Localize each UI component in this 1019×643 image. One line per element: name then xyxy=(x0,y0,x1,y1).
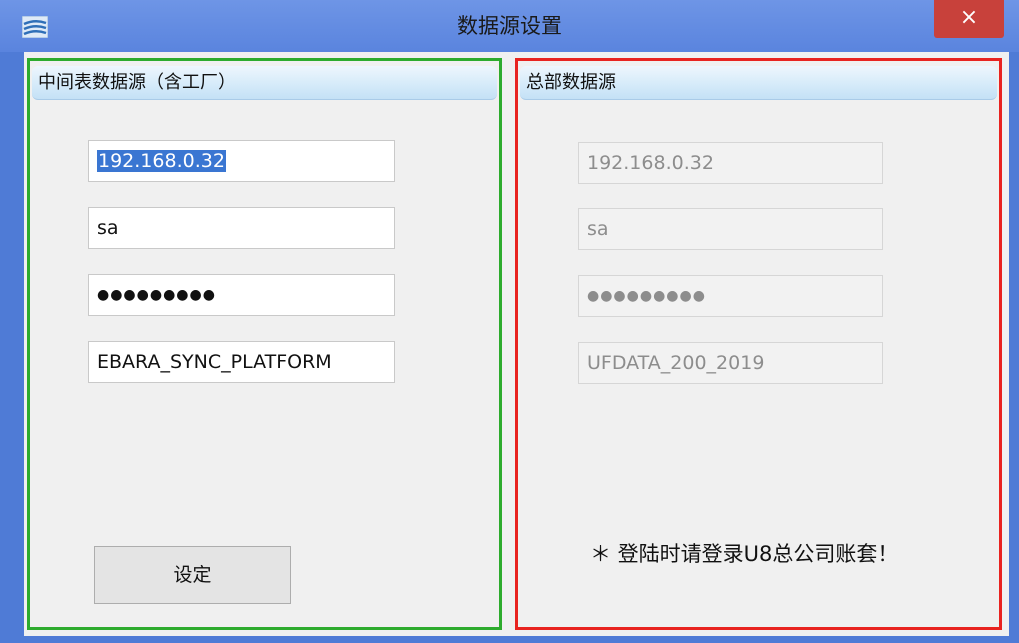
server-value: 192.168.0.32 xyxy=(97,150,226,172)
hq-user-input[interactable]: sa xyxy=(578,208,883,250)
title-bar[interactable]: 数据源设置 × xyxy=(0,0,1019,52)
password-input[interactable]: ●●●●●●●●● xyxy=(88,274,395,316)
close-icon: × xyxy=(959,5,979,30)
database-input[interactable]: EBARA_SYNC_PLATFORM xyxy=(88,341,395,383)
hq-server-input[interactable]: 192.168.0.32 xyxy=(578,142,883,184)
set-button[interactable]: 设定 xyxy=(94,546,291,604)
login-note: ＊ 登陆时请登录U8总公司账套！ xyxy=(590,542,899,566)
hq-database-input[interactable]: UFDATA_200_2019 xyxy=(578,342,883,384)
panel-header: 总部数据源 xyxy=(520,66,997,100)
panel-header: 中间表数据源（含工厂） xyxy=(32,66,497,100)
window-title: 数据源设置 xyxy=(457,14,562,38)
dialog-window: 数据源设置 × 中间表数据源（含工厂） 192.168.0.32 sa ●●●●… xyxy=(0,0,1019,643)
user-input[interactable]: sa xyxy=(88,207,395,249)
server-input[interactable]: 192.168.0.32 xyxy=(88,140,395,182)
close-button[interactable]: × xyxy=(934,0,1004,38)
hq-password-input[interactable]: ●●●●●●●●● xyxy=(578,275,883,317)
